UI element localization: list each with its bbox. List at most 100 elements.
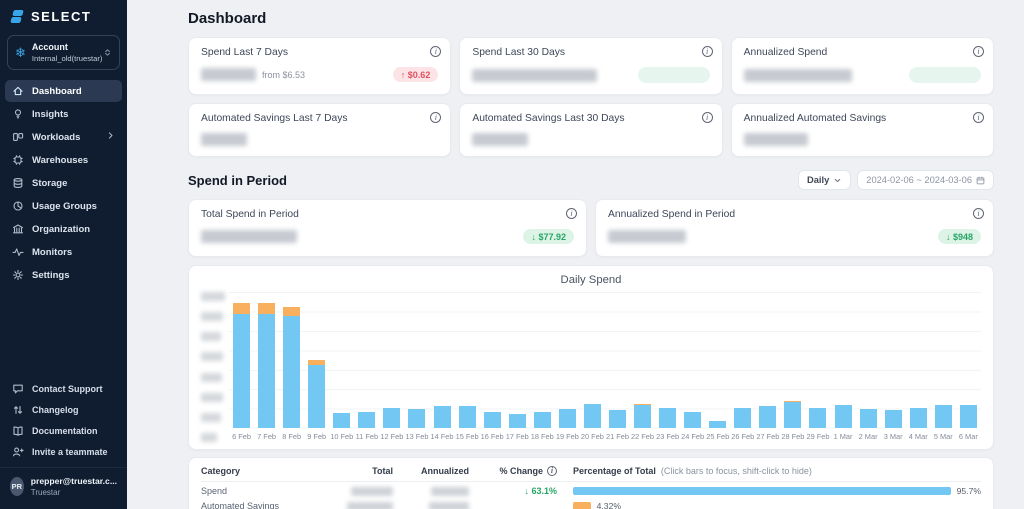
chart-bars <box>229 292 981 428</box>
bar-15-feb[interactable] <box>455 292 480 428</box>
nav-label: Workloads <box>32 131 81 143</box>
book-icon <box>13 426 23 436</box>
bar-16-feb[interactable] <box>480 292 505 428</box>
period-cards-row: Total Spend in Period ↓ $77.92 Annualize… <box>188 199 994 257</box>
bar-29-feb[interactable] <box>805 292 830 428</box>
nav-label: Documentation <box>32 426 98 436</box>
sidebar-item-monitors[interactable]: Monitors <box>5 241 122 263</box>
redacted-cell <box>347 501 393 509</box>
bar-17-feb[interactable] <box>505 292 530 428</box>
lightbulb-icon <box>14 109 22 119</box>
bar-7-feb[interactable] <box>254 292 279 428</box>
card-title: Annualized Spend in Period <box>608 209 736 220</box>
date-range-picker[interactable]: 2024-02-06 ~ 2024-03-06 <box>857 170 994 190</box>
category-breakdown-table: Category Total Annualized % Change Perce… <box>188 457 994 509</box>
x-tick-label: 12 Feb <box>380 432 404 441</box>
info-icon[interactable] <box>547 466 557 476</box>
snowflake-icon: ❄ <box>15 45 26 60</box>
sidebar-item-invite-teammate[interactable]: Invite a teammate <box>5 442 122 462</box>
info-icon[interactable] <box>701 112 713 123</box>
sidebar-item-insights[interactable]: Insights <box>5 103 122 125</box>
granularity-dropdown[interactable]: Daily <box>798 170 852 190</box>
info-icon[interactable] <box>972 46 984 57</box>
x-tick-label: 1 Mar <box>833 432 853 441</box>
bar-22-feb[interactable] <box>630 292 655 428</box>
bar-13-feb[interactable] <box>404 292 429 428</box>
card-spend-last-30-days: Spend Last 30 Days <box>459 37 723 95</box>
redacted-value <box>472 68 598 82</box>
bar-25-feb[interactable] <box>705 292 730 428</box>
bar-5-mar[interactable] <box>931 292 956 428</box>
home-icon <box>13 86 23 96</box>
sidebar-item-changelog[interactable]: Changelog <box>5 400 122 420</box>
table-row-spend[interactable]: Spend ↓ 63.1% 95.7% <box>201 482 981 497</box>
sidebar-item-documentation[interactable]: Documentation <box>5 421 122 441</box>
percentage-bar-spend[interactable] <box>573 487 951 495</box>
sidebar-item-warehouses[interactable]: Warehouses <box>5 149 122 171</box>
bar-24-feb[interactable] <box>680 292 705 428</box>
stat-cards-row-1: Spend Last 7 Days from $6.53 ↑ $0.62 Spe… <box>188 37 994 95</box>
compare-text: from $6.53 <box>262 69 306 80</box>
info-icon[interactable] <box>972 112 984 123</box>
table-row-automated-savings[interactable]: Automated Savings 4.32% <box>201 497 981 509</box>
bar-2-mar[interactable] <box>856 292 881 428</box>
info-icon[interactable] <box>566 208 577 219</box>
date-range-value: 2024-02-06 ~ 2024-03-06 <box>866 175 972 185</box>
x-tick-label: 28 Feb <box>781 432 805 441</box>
page-title: Dashboard <box>188 10 267 27</box>
sidebar-item-settings[interactable]: Settings <box>5 264 122 286</box>
info-icon[interactable] <box>430 112 442 123</box>
bar-14-feb[interactable] <box>430 292 455 428</box>
bar-11-feb[interactable] <box>354 292 379 428</box>
account-selector[interactable]: ❄ Account Internal_old(truestar) <box>7 35 120 70</box>
sidebar-item-storage[interactable]: Storage <box>5 172 122 194</box>
info-icon[interactable] <box>701 46 713 57</box>
redacted-value <box>608 230 686 243</box>
sidebar-item-workloads[interactable]: Workloads <box>5 126 122 148</box>
bar-8-feb[interactable] <box>279 292 304 428</box>
spend-in-period-header: Spend in Period Daily 2024-02-06 ~ 2024-… <box>188 170 994 190</box>
sidebar-item-usage-groups[interactable]: Usage Groups <box>5 195 122 217</box>
bar-26-feb[interactable] <box>730 292 755 428</box>
bar-6-mar[interactable] <box>956 292 981 428</box>
bar-21-feb[interactable] <box>605 292 630 428</box>
bar-28-feb[interactable] <box>780 292 805 428</box>
bar-10-feb[interactable] <box>329 292 354 428</box>
granularity-value: Daily <box>807 175 830 185</box>
app-logo: SELECT <box>0 0 127 31</box>
nav-label: Settings <box>32 269 70 281</box>
bar-18-feb[interactable] <box>530 292 555 428</box>
card-title: Automated Savings Last 30 Days <box>472 113 625 124</box>
bar-27-feb[interactable] <box>755 292 780 428</box>
percentage-bar-automated-savings[interactable] <box>573 502 591 509</box>
user-menu[interactable]: PR prepper@truestar.c... Truestar <box>0 467 127 507</box>
bar-20-feb[interactable] <box>580 292 605 428</box>
bar-12-feb[interactable] <box>379 292 404 428</box>
x-tick-label: 4 Mar <box>908 432 928 441</box>
bar-4-mar[interactable] <box>906 292 931 428</box>
redacted-y-tick <box>201 352 223 362</box>
x-tick-label: 15 Feb <box>455 432 479 441</box>
sidebar-item-contact-support[interactable]: Contact Support <box>5 379 122 399</box>
bar-3-mar[interactable] <box>881 292 906 428</box>
bar-6-feb[interactable] <box>229 292 254 428</box>
nav-label: Invite a teammate <box>32 447 108 457</box>
sidebar-item-organization[interactable]: Organization <box>5 218 122 240</box>
nav-label: Dashboard <box>32 85 82 97</box>
bar-23-feb[interactable] <box>655 292 680 428</box>
info-icon[interactable] <box>430 46 442 57</box>
bar-1-mar[interactable] <box>831 292 856 428</box>
change-badge-positive: ↓ $77.92 <box>523 229 574 244</box>
chart-title: Daily Spend <box>560 274 622 286</box>
card-title: Spend Last 7 Days <box>201 47 289 58</box>
sidebar-nav: Dashboard Insights Workloads Warehouses … <box>0 80 127 286</box>
pie-chart-icon <box>13 201 23 211</box>
bar-19-feb[interactable] <box>555 292 580 428</box>
sidebar-item-dashboard[interactable]: Dashboard <box>5 80 122 102</box>
account-value: Internal_old(truestar) <box>31 54 103 63</box>
x-tick-label: 13 Feb <box>405 432 429 441</box>
bar-9-feb[interactable] <box>304 292 329 428</box>
info-icon[interactable] <box>973 208 984 219</box>
chevron-updown-icon <box>103 44 112 62</box>
x-tick-label: 2 Mar <box>858 432 878 441</box>
